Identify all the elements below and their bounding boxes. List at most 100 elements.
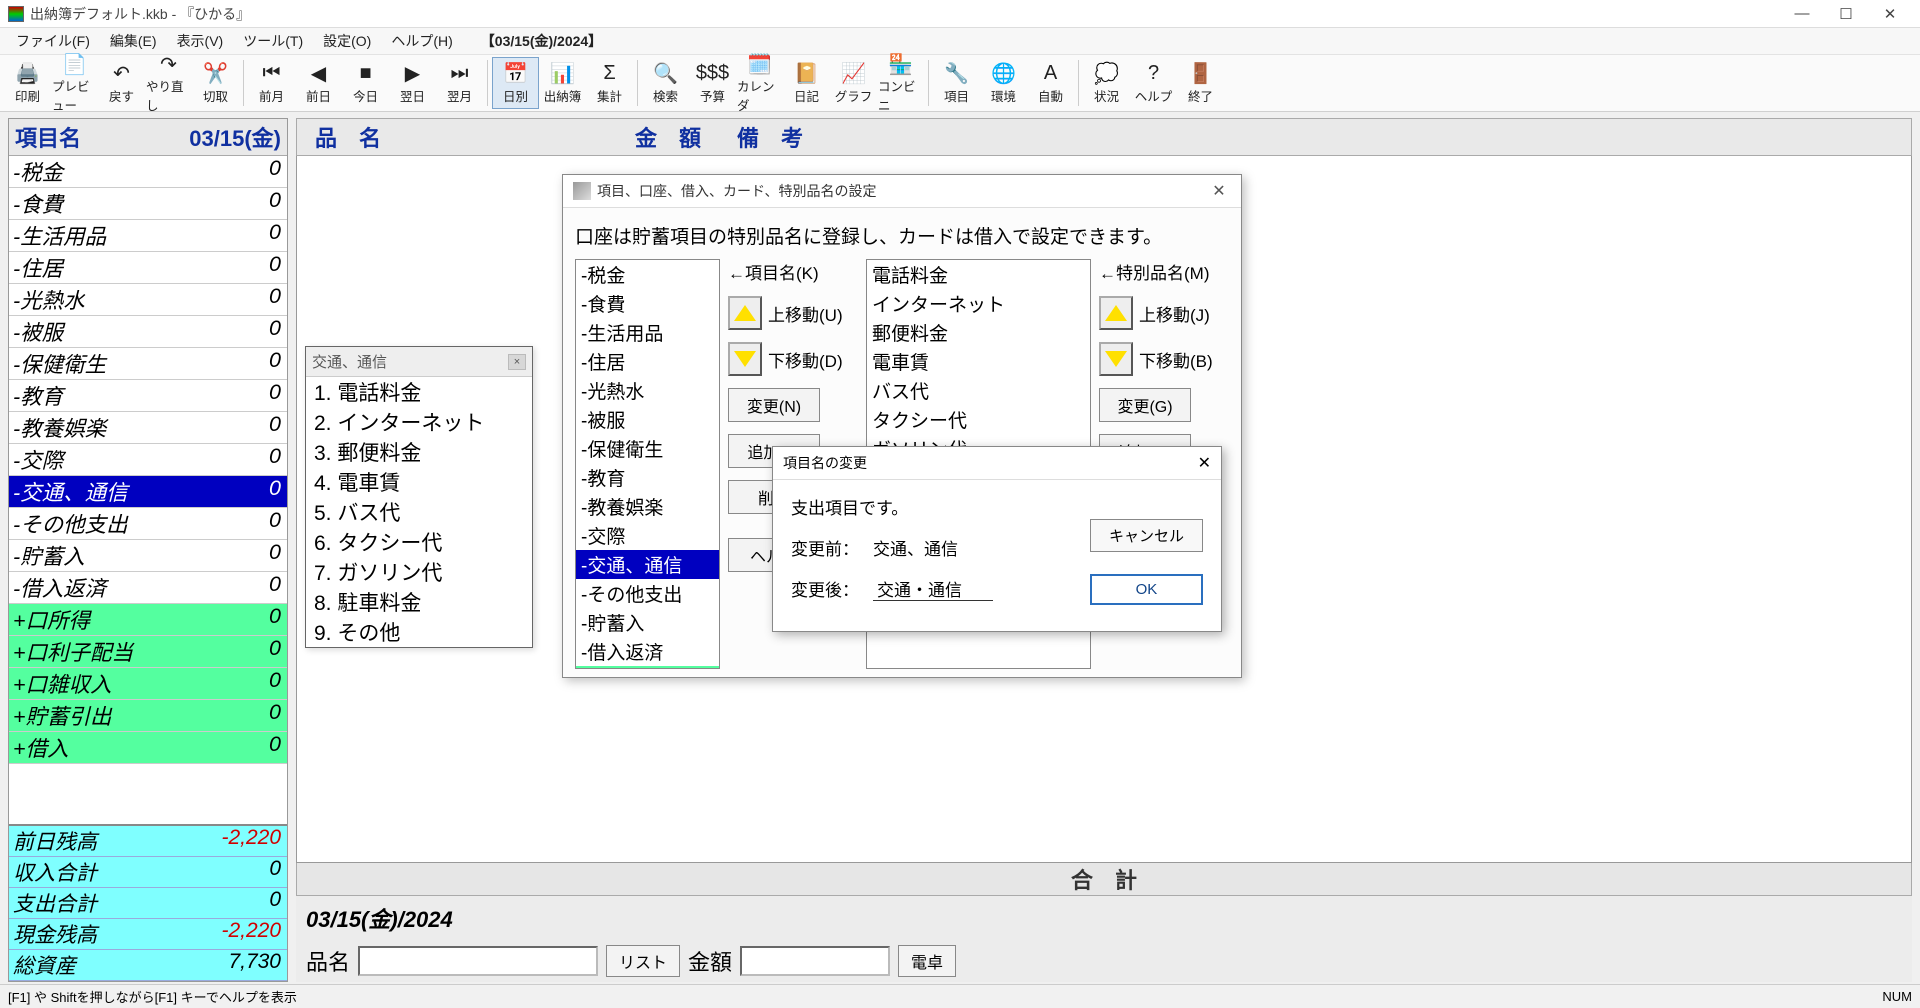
menu-edit[interactable]: 編集(E) bbox=[100, 28, 167, 54]
subcat-item[interactable]: 3. 郵便料金 bbox=[306, 437, 532, 467]
dlg-cat-item[interactable]: -食費 bbox=[576, 289, 719, 318]
rename-close-icon[interactable]: ✕ bbox=[1198, 453, 1211, 473]
tool-コンビニ[interactable]: 🏪コンビニ bbox=[877, 57, 924, 109]
dlg-sp-item[interactable]: インターネット bbox=[867, 289, 1090, 318]
subcat-item[interactable]: 8. 駐車料金 bbox=[306, 587, 532, 617]
category-row[interactable]: -被服0 bbox=[9, 316, 287, 348]
rename-cancel-button[interactable]: キャンセル bbox=[1090, 519, 1203, 552]
tool-状況[interactable]: 💭状況 bbox=[1083, 57, 1130, 109]
dlg-cat-item[interactable]: +口所得 bbox=[576, 666, 719, 669]
tool-環境[interactable]: 🌐環境 bbox=[980, 57, 1027, 109]
list-button[interactable]: リスト bbox=[606, 945, 680, 977]
dlg-cat-item[interactable]: -生活用品 bbox=[576, 318, 719, 347]
subcat-item[interactable]: 2. インターネット bbox=[306, 407, 532, 437]
tool-集計[interactable]: Σ集計 bbox=[586, 57, 633, 109]
dlg-cat-item[interactable]: -交通、通信 bbox=[576, 550, 719, 579]
category-row[interactable]: +口所得0 bbox=[9, 604, 287, 636]
menu-tool[interactable]: ツール(T) bbox=[233, 28, 313, 54]
subcat-item[interactable]: 5. バス代 bbox=[306, 497, 532, 527]
menu-settings[interactable]: 設定(O) bbox=[313, 28, 381, 54]
subcat-item[interactable]: 4. 電車賃 bbox=[306, 467, 532, 497]
subcat-close-icon[interactable]: × bbox=[508, 354, 526, 370]
tool-プレビュー[interactable]: 📄プレビュー bbox=[51, 57, 98, 109]
dlg-cat-item[interactable]: -住居 bbox=[576, 347, 719, 376]
category-row[interactable]: +口雑収入0 bbox=[9, 668, 287, 700]
dlg-cat-item[interactable]: -税金 bbox=[576, 260, 719, 289]
item-name-input[interactable] bbox=[358, 946, 598, 976]
dlg-cat-item[interactable]: -教育 bbox=[576, 463, 719, 492]
tool-前月[interactable]: ⏮前月 bbox=[248, 57, 295, 109]
cat-change-button[interactable]: 変更(N) bbox=[728, 388, 820, 422]
dlg-cat-item[interactable]: -交際 bbox=[576, 521, 719, 550]
tool-戻す[interactable]: ↶戻す bbox=[98, 57, 145, 109]
tool-カレンダ[interactable]: 🗓️カレンダ bbox=[736, 57, 783, 109]
dlg-sp-item[interactable]: タクシー代 bbox=[867, 405, 1090, 434]
subcat-item[interactable]: 9. その他 bbox=[306, 617, 532, 647]
dlg-cat-item[interactable]: -保健衛生 bbox=[576, 434, 719, 463]
sp-change-button[interactable]: 変更(G) bbox=[1099, 388, 1191, 422]
subcat-item[interactable]: 1. 電話料金 bbox=[306, 377, 532, 407]
dlg-sp-item[interactable]: 電話料金 bbox=[867, 260, 1090, 289]
cat-move-up-button[interactable]: 上移動(U) bbox=[728, 296, 858, 330]
minimize-button[interactable]: — bbox=[1780, 5, 1824, 22]
dlg-cat-item[interactable]: -被服 bbox=[576, 405, 719, 434]
tool-翌月[interactable]: ⏭翌月 bbox=[436, 57, 483, 109]
tool-予算[interactable]: $$$予算 bbox=[689, 57, 736, 109]
category-row[interactable]: +貯蓄引出0 bbox=[9, 700, 287, 732]
tool-出納簿[interactable]: 📊出納簿 bbox=[539, 57, 586, 109]
tool-翌日[interactable]: ▶翌日 bbox=[389, 57, 436, 109]
tool-ヘルプ[interactable]: ?ヘルプ bbox=[1130, 57, 1177, 109]
category-row[interactable]: -光熱水0 bbox=[9, 284, 287, 316]
tool-今日[interactable]: ■今日 bbox=[342, 57, 389, 109]
dlg-cat-item[interactable]: -貯蓄入 bbox=[576, 608, 719, 637]
rename-ok-button[interactable]: OK bbox=[1090, 574, 1203, 605]
rename-input[interactable] bbox=[873, 576, 993, 601]
dlg-cat-item[interactable]: -借入返済 bbox=[576, 637, 719, 666]
close-button[interactable]: ✕ bbox=[1868, 5, 1912, 23]
category-row[interactable]: -交通、通信0 bbox=[9, 476, 287, 508]
category-row[interactable]: -その他支出0 bbox=[9, 508, 287, 540]
tool-前日[interactable]: ◀前日 bbox=[295, 57, 342, 109]
category-row[interactable]: +借入0 bbox=[9, 732, 287, 764]
dlg-sp-item[interactable]: 郵便料金 bbox=[867, 318, 1090, 347]
tool-やり直し[interactable]: ↷やり直し bbox=[145, 57, 192, 109]
dlg-cat-item[interactable]: -光熱水 bbox=[576, 376, 719, 405]
tool-印刷[interactable]: 🖨️印刷 bbox=[4, 57, 51, 109]
tool-検索[interactable]: 🔍検索 bbox=[642, 57, 689, 109]
menu-view[interactable]: 表示(V) bbox=[167, 28, 234, 54]
category-row[interactable]: -貯蓄入0 bbox=[9, 540, 287, 572]
category-row[interactable]: -教育0 bbox=[9, 380, 287, 412]
category-row[interactable]: -住居0 bbox=[9, 252, 287, 284]
category-row[interactable]: -借入返済0 bbox=[9, 572, 287, 604]
tool-日別[interactable]: 📅日別 bbox=[492, 57, 539, 109]
dlg-cat-item[interactable]: -その他支出 bbox=[576, 579, 719, 608]
cat-move-down-button[interactable]: 下移動(D) bbox=[728, 342, 858, 376]
dlg-sp-item[interactable]: バス代 bbox=[867, 376, 1090, 405]
tool-項目[interactable]: 🔧項目 bbox=[933, 57, 980, 109]
calculator-button[interactable]: 電卓 bbox=[898, 945, 956, 977]
subcat-item[interactable]: 6. タクシー代 bbox=[306, 527, 532, 557]
dlg-sp-item[interactable]: 電車賃 bbox=[867, 347, 1090, 376]
category-row[interactable]: -税金0 bbox=[9, 156, 287, 188]
amount-input[interactable] bbox=[740, 946, 890, 976]
settings-dialog-close-icon[interactable]: ✕ bbox=[1207, 181, 1231, 201]
tool-切取[interactable]: ✂️切取 bbox=[192, 57, 239, 109]
category-row[interactable]: -教養娯楽0 bbox=[9, 412, 287, 444]
category-row[interactable]: -食費0 bbox=[9, 188, 287, 220]
category-listbox[interactable]: -税金-食費-生活用品-住居-光熱水-被服-保健衛生-教育-教養娯楽-交際-交通… bbox=[575, 259, 720, 669]
category-row[interactable]: +口利子配当0 bbox=[9, 636, 287, 668]
maximize-button[interactable]: ☐ bbox=[1824, 5, 1868, 23]
tool-日記[interactable]: 📔日記 bbox=[783, 57, 830, 109]
tool-グラフ[interactable]: 📈グラフ bbox=[830, 57, 877, 109]
category-row[interactable]: -生活用品0 bbox=[9, 220, 287, 252]
tool-自動[interactable]: A自動 bbox=[1027, 57, 1074, 109]
subcat-item[interactable]: 7. ガソリン代 bbox=[306, 557, 532, 587]
sp-move-down-button[interactable]: 下移動(B) bbox=[1099, 342, 1229, 376]
menu-file[interactable]: ファイル(F) bbox=[6, 28, 100, 54]
category-row[interactable]: -保健衛生0 bbox=[9, 348, 287, 380]
tool-終了[interactable]: 🚪終了 bbox=[1177, 57, 1224, 109]
sp-move-up-button[interactable]: 上移動(J) bbox=[1099, 296, 1229, 330]
menu-help[interactable]: ヘルプ(H) bbox=[381, 28, 462, 54]
dlg-cat-item[interactable]: -教養娯楽 bbox=[576, 492, 719, 521]
category-row[interactable]: -交際0 bbox=[9, 444, 287, 476]
